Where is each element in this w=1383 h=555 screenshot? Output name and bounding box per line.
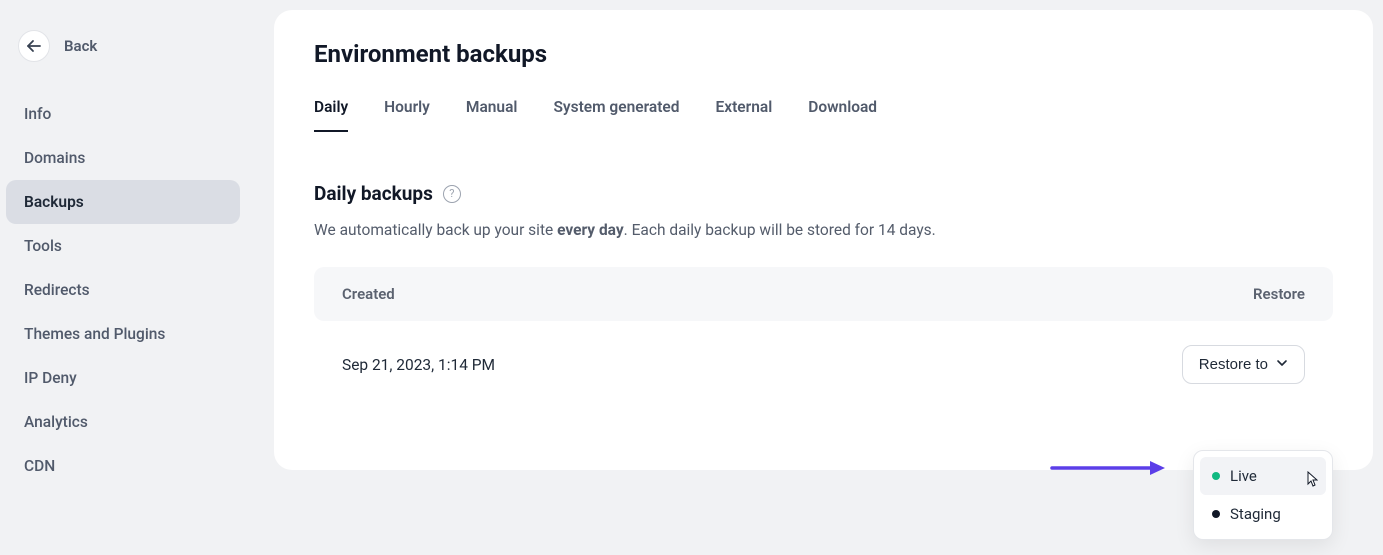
tab-download[interactable]: Download [808,98,877,132]
tab-system-generated[interactable]: System generated [553,98,679,132]
sidebar-nav: Info Domains Backups Tools Redirects The… [0,92,250,488]
back-button[interactable]: Back [0,18,250,92]
sidebar-item-cdn[interactable]: CDN [6,444,240,488]
sidebar-item-redirects[interactable]: Redirects [6,268,240,312]
sidebar-item-themes-plugins[interactable]: Themes and Plugins [6,312,240,356]
table-row: Sep 21, 2023, 1:14 PM Restore to [314,321,1333,408]
cursor-pointer-icon [1304,471,1318,491]
tabs: Daily Hourly Manual System generated Ext… [314,98,1333,132]
sidebar-item-analytics[interactable]: Analytics [6,400,240,444]
section-header: Daily backups ? [314,182,1333,205]
table-header-row: Created Restore [314,267,1333,321]
sidebar: Back Info Domains Backups Tools Redirect… [0,0,250,555]
section-description: We automatically back up your site every… [314,221,1333,239]
annotation-arrow-icon [1050,458,1170,482]
page-title: Environment backups [314,40,1333,68]
tab-daily[interactable]: Daily [314,98,348,132]
dropdown-item-live[interactable]: Live [1200,457,1326,495]
desc-suffix: . Each daily backup will be stored for 1… [624,221,936,239]
content-card: Environment backups Daily Hourly Manual … [274,10,1373,470]
chevron-down-icon [1276,356,1288,373]
tab-manual[interactable]: Manual [466,98,518,132]
sidebar-item-backups[interactable]: Backups [6,180,240,224]
dropdown-item-staging[interactable]: Staging [1200,495,1326,533]
tab-hourly[interactable]: Hourly [384,98,430,132]
sidebar-item-ip-deny[interactable]: IP Deny [6,356,240,400]
created-value: Sep 21, 2023, 1:14 PM [342,356,495,374]
dropdown-item-label: Staging [1230,505,1281,523]
tab-external[interactable]: External [716,98,773,132]
restore-to-label: Restore to [1199,356,1268,373]
sidebar-item-tools[interactable]: Tools [6,224,240,268]
section-title: Daily backups [314,182,433,205]
dropdown-item-label: Live [1230,467,1257,485]
backups-table: Created Restore Sep 21, 2023, 1:14 PM Re… [314,267,1333,408]
restore-to-button[interactable]: Restore to [1182,345,1305,384]
desc-bold: every day [557,221,624,239]
sidebar-item-domains[interactable]: Domains [6,136,240,180]
col-restore: Restore [1253,285,1305,303]
help-icon[interactable]: ? [443,185,461,203]
desc-prefix: We automatically back up your site [314,221,557,239]
sidebar-item-info[interactable]: Info [6,92,240,136]
main-area: Environment backups Daily Hourly Manual … [250,0,1383,555]
status-dot-icon [1212,472,1220,480]
restore-dropdown: Live Staging [1193,450,1333,540]
col-created: Created [342,285,395,303]
arrow-left-icon [18,30,50,62]
status-dot-icon [1212,510,1220,518]
back-label: Back [64,37,97,55]
